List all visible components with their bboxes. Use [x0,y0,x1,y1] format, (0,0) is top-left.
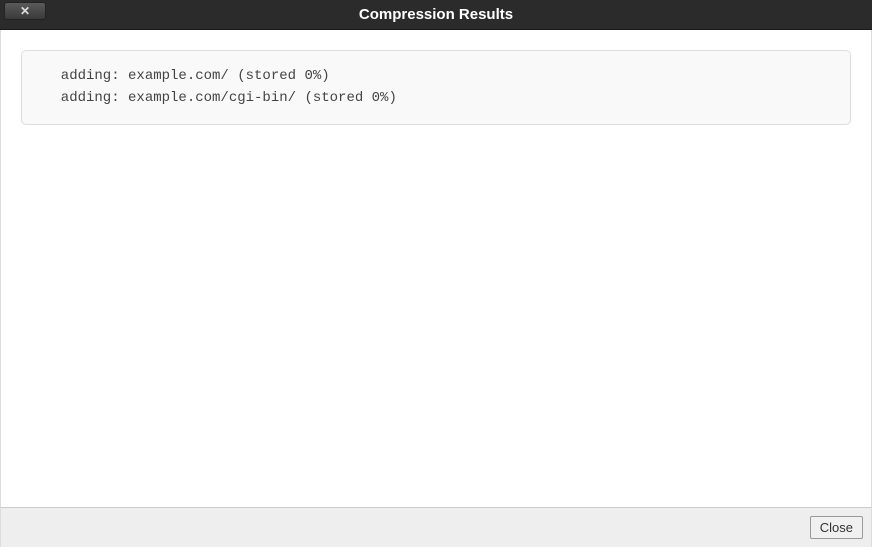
dialog-title: Compression Results [359,6,513,23]
compression-output: adding: example.com/ (stored 0%) adding:… [21,50,851,125]
close-button[interactable]: Close [810,516,863,539]
close-icon: ✕ [20,5,30,17]
content-area: adding: example.com/ (stored 0%) adding:… [0,30,872,507]
window-close-button[interactable]: ✕ [4,2,46,20]
footer: Close [0,507,872,547]
titlebar: ✕ Compression Results [0,0,872,30]
